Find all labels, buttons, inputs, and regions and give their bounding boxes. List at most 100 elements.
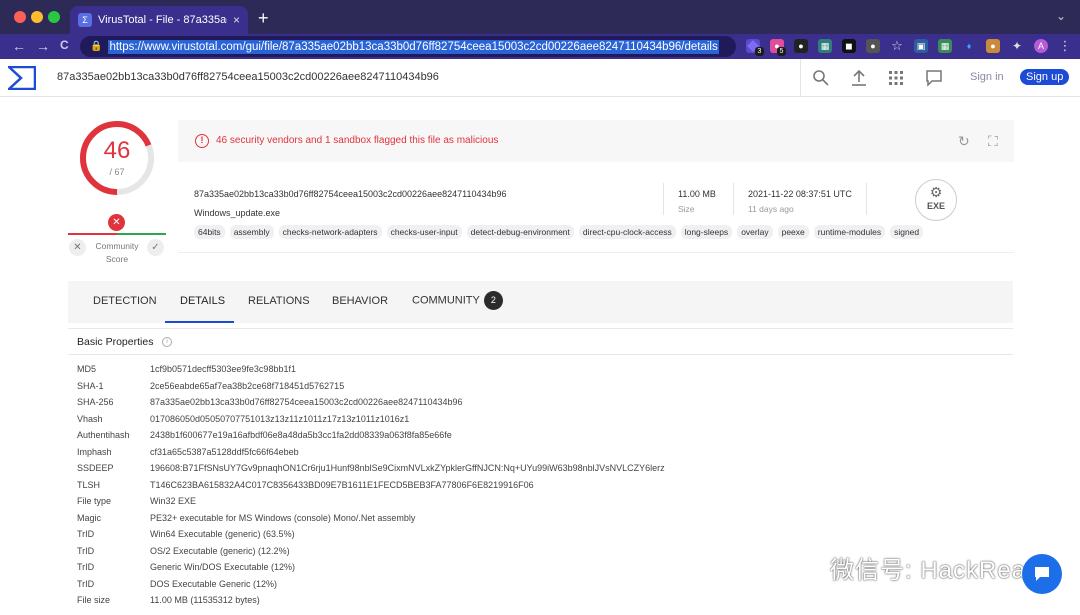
browser-tab-bar: Σ VirusTotal - File - 87a335ae02 × + ⌄ bbox=[0, 0, 1080, 34]
browser-menu-icon[interactable]: ⋮ bbox=[1058, 38, 1072, 53]
tag[interactable]: peexe bbox=[777, 225, 809, 239]
property-key: TrID bbox=[77, 545, 95, 556]
property-value: 2438b1f600677e19a16afbdf06e8a48da5b3cc1f… bbox=[150, 430, 452, 440]
new-tab-button[interactable]: + bbox=[258, 8, 269, 29]
reanalyze-icon[interactable]: ↻ bbox=[958, 133, 970, 150]
property-row: TLSH T146C623BA615832A4C017C8356433BD09E7… bbox=[77, 477, 665, 494]
forward-button[interactable]: → bbox=[36, 38, 50, 54]
lock-icon: 🔒 bbox=[90, 41, 103, 52]
bookmark-star-icon[interactable]: ☆ bbox=[890, 38, 904, 53]
browser-tab[interactable]: Σ VirusTotal - File - 87a335ae02 × bbox=[70, 6, 248, 34]
section-title: Basic Properties bbox=[77, 336, 154, 348]
extension-icon[interactable]: ♦ bbox=[962, 39, 976, 53]
detection-total: / 67 bbox=[109, 167, 125, 177]
wechat-logo-icon bbox=[776, 552, 820, 584]
property-row: TrID OS/2 Executable (generic) (12.2%) bbox=[77, 543, 665, 560]
property-key: TrID bbox=[77, 562, 95, 572]
extension-icon[interactable]: ◼ bbox=[842, 39, 856, 53]
sign-in-link[interactable]: Sign in bbox=[970, 71, 1004, 83]
back-button[interactable]: ← bbox=[12, 38, 26, 54]
tab-detection[interactable]: DETECTION bbox=[93, 295, 157, 307]
extension-icon[interactable]: ● bbox=[866, 39, 880, 53]
property-value: DOS Executable Generic (12%) bbox=[150, 578, 278, 589]
apps-grid-icon[interactable] bbox=[886, 68, 906, 88]
tag[interactable]: signed bbox=[890, 225, 924, 239]
community-score-label: Community Score bbox=[95, 241, 139, 264]
alert-text: 46 security vendors and 1 sandbox flagge… bbox=[216, 135, 499, 146]
extensions-puzzle-icon[interactable]: ✦ bbox=[1010, 39, 1024, 53]
extension-icon[interactable]: ● bbox=[794, 39, 808, 53]
chat-icon[interactable] bbox=[924, 68, 944, 88]
property-value: Win64 Executable (generic) (63.5%) bbox=[150, 529, 295, 539]
url-text[interactable]: https://www.virustotal.com/gui/file/87a3… bbox=[108, 39, 719, 54]
virustotal-logo-icon[interactable] bbox=[8, 66, 36, 90]
tag[interactable]: overlay bbox=[737, 225, 773, 239]
property-row: SHA-256 87a335ae02bb13ca33b0d76ff82754cee… bbox=[77, 394, 665, 411]
property-row: Magic PE32+ executable for MS Windows (co… bbox=[77, 510, 665, 527]
tag[interactable]: checks-network-adapters bbox=[278, 225, 382, 239]
detection-count: 46 bbox=[103, 137, 131, 164]
reload-button[interactable]: C bbox=[60, 38, 69, 52]
upload-icon[interactable] bbox=[849, 68, 869, 88]
tab-relations[interactable]: RELATIONS bbox=[248, 295, 310, 307]
property-value: 017086050d05050707751013z13z11z1011z17z1… bbox=[150, 413, 410, 424]
info-icon[interactable]: i bbox=[162, 337, 172, 347]
analysis-date: 2021-11-22 08:37:51 UTC bbox=[748, 189, 852, 199]
community-score-bar bbox=[68, 233, 166, 235]
property-row: MD5 1cf9b0571decff5303ee9fe3c98bb1f1 bbox=[77, 361, 665, 378]
property-key: TrID bbox=[77, 578, 95, 589]
vote-harmless-button[interactable]: ✓ bbox=[147, 239, 164, 256]
sign-up-button[interactable]: Sign up bbox=[1020, 69, 1070, 85]
maximize-window-button[interactable] bbox=[48, 11, 60, 23]
tag[interactable]: detect-debug-environment bbox=[466, 225, 574, 239]
tab-search-chevron-icon[interactable]: ⌄ bbox=[1056, 9, 1066, 23]
file-info-card: 87a335ae02bb13ca33b0d76ff82754ceea15003c… bbox=[178, 163, 1014, 253]
virustotal-favicon-icon: Σ bbox=[78, 13, 92, 27]
similar-files-icon[interactable]: ⛶ bbox=[988, 133, 998, 150]
close-window-button[interactable] bbox=[14, 11, 26, 23]
tag[interactable]: long-sleeps bbox=[680, 225, 733, 239]
watermark: 微信号: HackRead bbox=[776, 550, 1040, 585]
tag[interactable]: checks-user-input bbox=[386, 225, 462, 239]
tab-community-label: COMMUNITY bbox=[412, 294, 480, 307]
vote-malicious-button[interactable]: ✕ bbox=[69, 239, 86, 256]
tab-behavior[interactable]: BEHAVIOR bbox=[332, 295, 388, 307]
search-input[interactable]: 87a335ae02bb13ca33b0d76ff82754ceea15003c… bbox=[57, 71, 439, 83]
property-key: Authentihash bbox=[77, 430, 130, 440]
tag[interactable]: direct-cpu-clock-access bbox=[578, 225, 676, 239]
extension-icon[interactable]: ▦ bbox=[818, 39, 832, 53]
property-value: 1cf9b0571decff5303ee9fe3c98bb1f1 bbox=[150, 364, 296, 374]
malicious-alert: ! 46 security vendors and 1 sandbox flag… bbox=[178, 120, 1014, 162]
property-value: Generic Win/DOS Executable (12%) bbox=[150, 562, 296, 572]
tab-title: VirusTotal - File - 87a335ae02 bbox=[98, 14, 227, 26]
property-row: Authentihash 2438b1f600677e19a16afbdf06e8… bbox=[77, 427, 665, 444]
address-bar[interactable]: 🔒 https://www.virustotal.com/gui/file/87… bbox=[80, 36, 736, 57]
profile-avatar[interactable]: A bbox=[1034, 39, 1048, 53]
minimize-window-button[interactable] bbox=[31, 11, 43, 23]
property-value: PE32+ executable for MS Windows (console… bbox=[150, 512, 416, 523]
file-type-badge: ⚙ EXE bbox=[915, 179, 957, 221]
active-tab-indicator bbox=[165, 321, 234, 323]
chat-support-button[interactable] bbox=[1022, 554, 1062, 594]
file-hash[interactable]: 87a335ae02bb13ca33b0d76ff82754ceea15003c… bbox=[194, 189, 506, 199]
file-size-label: Size bbox=[678, 204, 695, 214]
extension-icon[interactable]: ● bbox=[986, 39, 1000, 53]
tag[interactable]: assembly bbox=[229, 225, 274, 239]
file-size: 11.00 MB bbox=[678, 189, 716, 199]
tag[interactable]: 64bits bbox=[194, 225, 225, 239]
property-key: File size bbox=[77, 595, 111, 605]
property-row: Imphash cf31a65c5387a5128ddf5fc66f64ebeb bbox=[77, 444, 665, 461]
property-value: 11.00 MB (11535312 bytes) bbox=[150, 595, 260, 605]
extension-icon[interactable]: ▣ bbox=[914, 39, 928, 53]
file-tags: 64bits assembly checks-network-adapters … bbox=[194, 225, 924, 239]
extension-icon[interactable]: ▦ bbox=[938, 39, 952, 53]
tab-details[interactable]: DETAILS bbox=[180, 295, 225, 307]
vt-header: 87a335ae02bb13ca33b0d76ff82754ceea15003c… bbox=[0, 59, 1080, 97]
search-icon[interactable] bbox=[811, 68, 831, 88]
tab-close-icon[interactable]: × bbox=[233, 13, 240, 27]
tab-community[interactable]: COMMUNITY 2 bbox=[412, 291, 503, 310]
property-value: 2ce56eabde65af7ea38b2ce68f718451d5762715 bbox=[150, 380, 345, 391]
tag[interactable]: runtime-modules bbox=[813, 225, 886, 239]
header-divider bbox=[800, 59, 801, 97]
property-key: TrID bbox=[77, 529, 95, 539]
